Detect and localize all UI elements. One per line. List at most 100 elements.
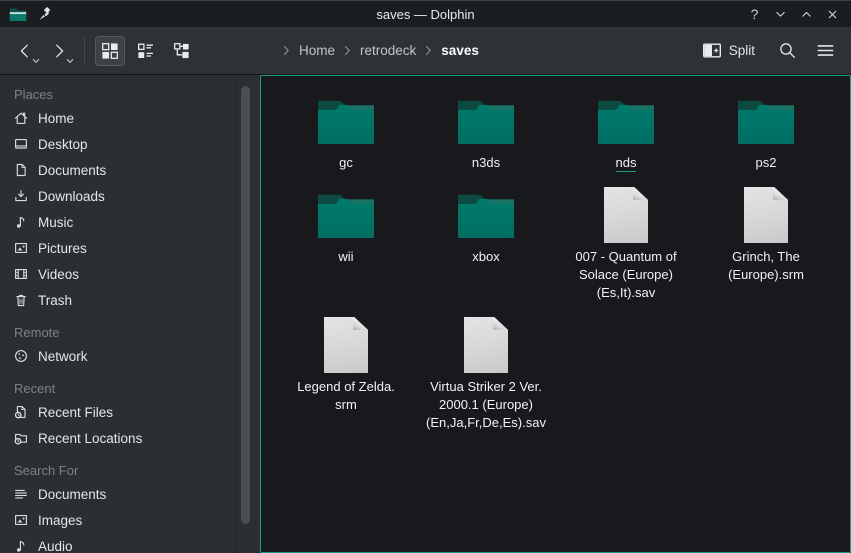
file-icon [604, 187, 648, 243]
chevron-right-icon [344, 45, 351, 56]
sidebar-item-label: Trash [38, 293, 72, 308]
sidebar-item-audio[interactable]: Audio [0, 533, 260, 553]
sidebar-item-label: Audio [38, 539, 73, 553]
maximize-button[interactable] [797, 5, 816, 24]
breadcrumb-item-retrodeck[interactable]: retrodeck [360, 43, 416, 58]
sidebar-item-home[interactable]: Home [0, 105, 260, 131]
folder-item-gc[interactable]: gc [276, 92, 416, 172]
sidebar-item-label: Images [38, 513, 82, 528]
folder-icon [318, 98, 374, 144]
sidebar-item-downloads[interactable]: Downloads [0, 183, 260, 209]
item-label: n3ds [472, 154, 500, 172]
sidebar-scrollbar[interactable] [241, 86, 250, 524]
minimize-button[interactable] [771, 5, 790, 24]
tree-view-button[interactable] [167, 36, 197, 66]
folder-icon [458, 98, 514, 144]
close-icon [826, 8, 839, 21]
icons-view-icon [100, 41, 120, 61]
item-label: Legend of Zelda. srm [297, 378, 395, 414]
back-button[interactable] [12, 36, 38, 66]
sidebar-item-music[interactable]: Music [0, 209, 260, 235]
main-toolbar: Home retrodeck saves Split [0, 27, 851, 75]
sidebar-item-pictures[interactable]: Pictures [0, 235, 260, 261]
split-button[interactable]: Split [702, 42, 755, 59]
item-label: wii [338, 248, 353, 266]
folder-item-wii[interactable]: wii [276, 186, 416, 302]
search-button[interactable] [773, 37, 801, 65]
sidebar-item-recent-locations[interactable]: Recent Locations [0, 425, 260, 451]
titlebar: saves — Dolphin ? [0, 0, 851, 27]
sidebar-item-label: Documents [38, 487, 106, 502]
sidebar-item-label: Desktop [38, 137, 88, 152]
folder-item-xbox[interactable]: xbox [416, 186, 556, 302]
folder-item-n3ds[interactable]: n3ds [416, 92, 556, 172]
folder-item-nds[interactable]: nds [556, 92, 696, 172]
forward-button[interactable] [46, 36, 72, 66]
item-icon-box [458, 92, 514, 150]
sidebar-item-label: Downloads [38, 189, 105, 204]
sidebar-item-label: Home [38, 111, 74, 126]
music-note-icon [13, 538, 29, 553]
file-item-grinch-the[interactable]: Grinch, The (Europe).srm [696, 186, 836, 302]
sidebar-item-label: Recent Locations [38, 431, 142, 446]
sidebar-item-documents[interactable]: Documents [0, 481, 260, 507]
file-item-legend-of-zelda[interactable]: Legend of Zelda. srm [276, 316, 416, 432]
item-label: Virtua Striker 2 Ver. 2000.1 (Europe) (E… [426, 378, 546, 432]
help-button[interactable]: ? [745, 5, 764, 24]
breadcrumb: Home retrodeck saves [283, 43, 479, 58]
sidebar-item-videos[interactable]: Videos [0, 261, 260, 287]
breadcrumb-item-home[interactable]: Home [299, 43, 335, 58]
folder-icon [598, 98, 654, 144]
recent-files-icon [13, 404, 29, 420]
picture-icon [13, 240, 29, 256]
recent-locations-icon [13, 430, 29, 446]
file-item-virtua-striker-2-ver[interactable]: Virtua Striker 2 Ver. 2000.1 (Europe) (E… [416, 316, 556, 432]
menu-button[interactable] [811, 37, 839, 65]
dolphin-window: saves — Dolphin ? Home retrodeck saves [0, 0, 851, 553]
document-lines-icon [13, 486, 29, 502]
folder-icon [738, 98, 794, 144]
item-icon-box [318, 92, 374, 150]
chevron-down-icon [32, 58, 40, 64]
section-title-remote: Remote [0, 321, 260, 343]
chevron-right-icon [425, 45, 432, 56]
sidebar-item-images[interactable]: Images [0, 507, 260, 533]
breadcrumb-item-saves[interactable]: saves [441, 43, 479, 58]
file-item-007-quantum-of[interactable]: 007 - Quantum of Solace (Europe) (Es,It)… [556, 186, 696, 302]
home-icon [13, 110, 29, 126]
split-view-icon [702, 42, 722, 59]
sidebar-item-label: Documents [38, 163, 106, 178]
dolphin-folder-icon [9, 7, 27, 22]
item-icon-box [324, 316, 368, 374]
item-icon-box [738, 92, 794, 150]
sidebar-item-documents[interactable]: Documents [0, 157, 260, 183]
search-icon [778, 41, 797, 60]
item-label: gc [339, 154, 353, 172]
section-title-places: Places [0, 83, 260, 105]
download-icon [13, 188, 29, 204]
help-icon: ? [751, 6, 759, 22]
music-note-icon [13, 214, 29, 230]
section-title-recent: Recent [0, 377, 260, 399]
sidebar-item-desktop[interactable]: Desktop [0, 131, 260, 157]
folder-view: gc n3ds ndsps2 wii xbox 007 - Quantum of Sola… [260, 75, 851, 553]
desktop-icon [13, 136, 29, 152]
chevron-right-icon [283, 45, 290, 56]
folder-item-ps2[interactable]: ps2 [696, 92, 836, 172]
item-label: 007 - Quantum of Solace (Europe) (Es,It)… [575, 248, 676, 302]
details-view-button[interactable] [131, 36, 161, 66]
sidebar-item-network[interactable]: Network [0, 343, 260, 369]
icons-view-button[interactable] [95, 36, 125, 66]
network-icon [13, 348, 29, 364]
sidebar-item-recent-files[interactable]: Recent Files [0, 399, 260, 425]
picture-icon [13, 512, 29, 528]
file-icon [324, 317, 368, 373]
pin-icon[interactable] [38, 7, 52, 21]
item-icon-box [604, 186, 648, 244]
chevron-down-icon [774, 8, 787, 21]
sidebar-item-trash[interactable]: Trash [0, 287, 260, 313]
item-icon-box [458, 186, 514, 244]
trash-icon [13, 292, 29, 308]
close-button[interactable] [823, 5, 842, 24]
details-view-icon [136, 41, 156, 61]
